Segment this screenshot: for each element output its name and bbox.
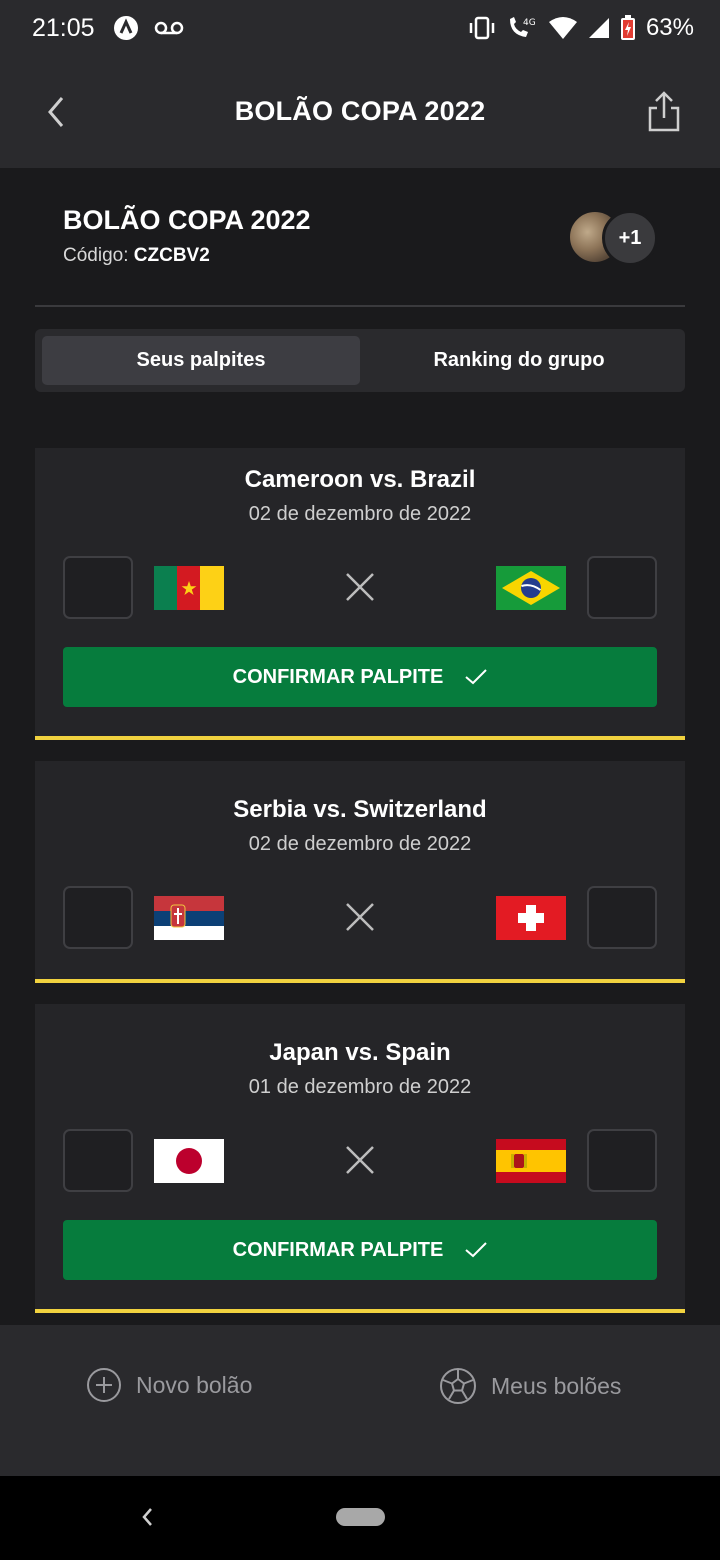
tab-seus-palpites[interactable]: Seus palpites bbox=[42, 336, 360, 385]
versus-icon bbox=[346, 903, 374, 931]
nav-new-pool[interactable]: Novo bolão bbox=[86, 1367, 252, 1403]
share-button[interactable] bbox=[646, 90, 682, 134]
chevron-left-icon bbox=[142, 1508, 152, 1526]
spain-flag bbox=[496, 1139, 566, 1183]
japan-flag bbox=[154, 1139, 224, 1183]
serbia-flag bbox=[154, 896, 224, 940]
divider bbox=[35, 305, 685, 307]
status-time: 21:05 bbox=[32, 14, 95, 42]
home-score-input[interactable] bbox=[63, 1129, 133, 1192]
match-date: 02 de dezembro de 2022 bbox=[248, 833, 472, 855]
group-code: Código: CZCBV2 bbox=[63, 245, 210, 267]
tab-bar: Seus palpites Ranking do grupo bbox=[35, 329, 685, 392]
nav-my-pools[interactable]: Meus bolões bbox=[439, 1367, 621, 1405]
switzerland-flag bbox=[496, 896, 566, 940]
checkmark-icon bbox=[465, 669, 488, 685]
voicemail-icon bbox=[154, 21, 184, 35]
svg-text:4G: 4G bbox=[523, 18, 536, 28]
tab-ranking-do-grupo[interactable]: Ranking do grupo bbox=[360, 336, 678, 385]
system-back-button[interactable] bbox=[136, 1502, 158, 1532]
confirm-guess-label: CONFIRMAR PALPITE bbox=[232, 665, 444, 688]
battery-percent: 63% bbox=[645, 14, 694, 41]
match-card: Cameroon vs. Brazil 02 de dezembro de 20… bbox=[35, 448, 685, 740]
app-notification-icon bbox=[114, 16, 138, 40]
app-header: BOLÃO COPA 2022 bbox=[0, 60, 720, 168]
system-home-pill[interactable] bbox=[336, 1508, 385, 1526]
plus-circle-icon bbox=[87, 1368, 121, 1402]
page-title: BOLÃO COPA 2022 bbox=[234, 96, 486, 126]
nav-new-pool-label: Novo bolão bbox=[136, 1371, 253, 1398]
bottom-navigation: Novo bolão Meus bolões bbox=[0, 1325, 720, 1476]
status-left-icons bbox=[112, 14, 184, 42]
call-4g-icon: 4G bbox=[509, 17, 536, 37]
confirm-guess-button[interactable]: CONFIRMAR PALPITE bbox=[63, 1220, 657, 1280]
group-name: BOLÃO COPA 2022 bbox=[63, 205, 311, 235]
match-card: Serbia vs. Switzerland 02 de dezembro de… bbox=[35, 761, 685, 983]
away-score-input[interactable] bbox=[587, 556, 657, 619]
match-date: 01 de dezembro de 2022 bbox=[248, 1076, 472, 1098]
status-bar: 21:05 4G 63% bbox=[0, 0, 720, 60]
away-score-input[interactable] bbox=[587, 1129, 657, 1192]
match-title: Japan vs. Spain bbox=[269, 1039, 451, 1066]
vibrate-icon bbox=[469, 16, 495, 40]
match-title: Cameroon vs. Brazil bbox=[244, 466, 476, 493]
away-score-input[interactable] bbox=[587, 886, 657, 949]
signal-icon bbox=[588, 18, 609, 38]
status-right-icons: 4G 63% bbox=[468, 14, 694, 42]
versus-icon bbox=[346, 1146, 374, 1174]
group-members[interactable]: +1 bbox=[568, 210, 658, 266]
extra-members-badge: +1 bbox=[602, 210, 658, 266]
system-navigation-bar bbox=[0, 1476, 720, 1560]
home-score-input[interactable] bbox=[63, 886, 133, 949]
battery-icon bbox=[620, 15, 635, 40]
wifi-icon bbox=[548, 17, 577, 39]
group-code-label: Código: bbox=[63, 245, 129, 266]
versus-icon bbox=[346, 573, 374, 601]
match-date: 02 de dezembro de 2022 bbox=[248, 503, 472, 525]
share-icon bbox=[648, 91, 680, 132]
checkmark-icon bbox=[465, 1242, 488, 1258]
confirm-guess-label: CONFIRMAR PALPITE bbox=[232, 1238, 444, 1261]
cameroon-flag bbox=[154, 566, 224, 610]
confirm-guess-button[interactable]: CONFIRMAR PALPITE bbox=[63, 647, 657, 707]
home-score-input[interactable] bbox=[63, 556, 133, 619]
match-card: Japan vs. Spain 01 de dezembro de 2022 C… bbox=[35, 1004, 685, 1313]
soccer-ball-icon bbox=[440, 1368, 476, 1404]
nav-my-pools-label: Meus bolões bbox=[491, 1372, 622, 1399]
group-code-value: CZCBV2 bbox=[133, 245, 210, 266]
match-title: Serbia vs. Switzerland bbox=[233, 796, 487, 823]
brazil-flag bbox=[496, 566, 566, 610]
